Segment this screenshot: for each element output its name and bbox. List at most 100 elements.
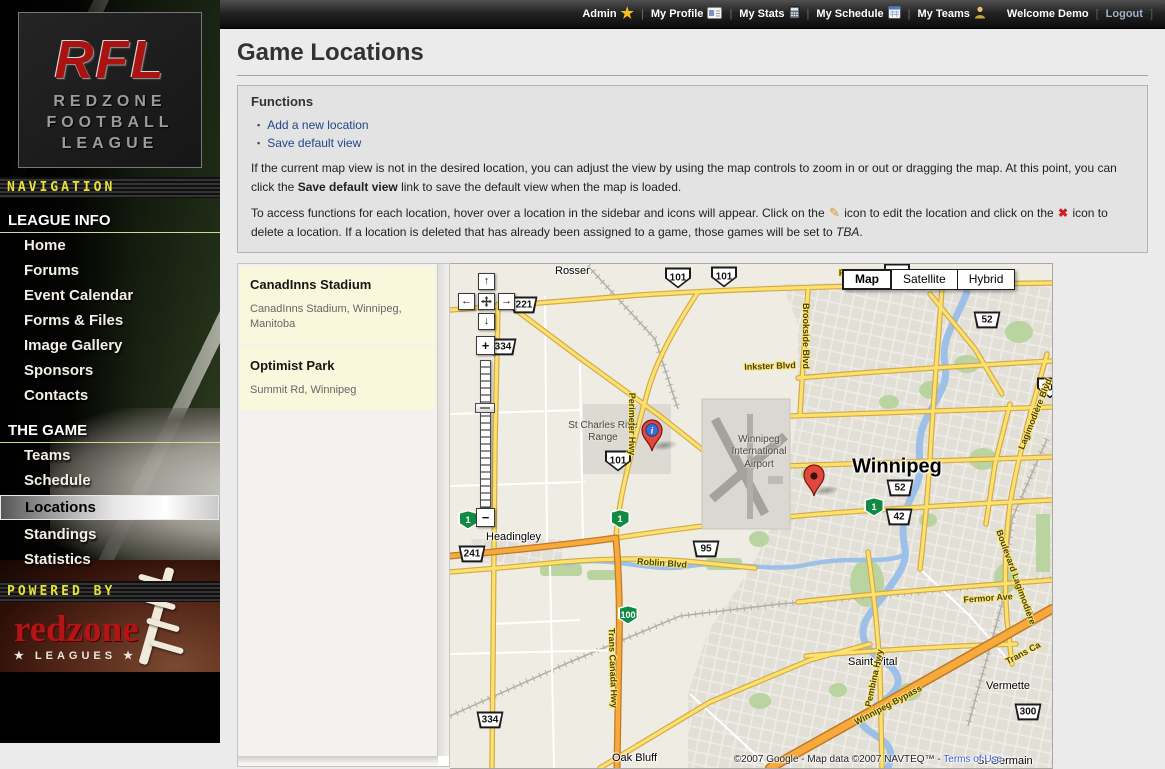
pan-up-button[interactable]: ↑ (478, 273, 495, 290)
map-pin-marker[interactable] (800, 463, 828, 497)
topbar-my-profile-link[interactable]: My Profile (651, 7, 723, 22)
logo-word: LEAGUE (19, 133, 201, 154)
instructions-paragraph-1: If the current map view is not in the de… (251, 159, 1134, 196)
location-name: CanadInns Stadium (250, 277, 427, 292)
map-type-hybrid-button[interactable]: Hybrid (957, 269, 1016, 290)
location-address: Summit Rd, Winnipeg (250, 383, 427, 398)
vertical-scrollbar[interactable] (437, 264, 449, 756)
sidebar-item-contacts[interactable]: Contacts (0, 383, 220, 408)
topbar-admin-link[interactable]: Admin ★ (582, 8, 634, 20)
sidebar-item-image-gallery[interactable]: Image Gallery (0, 333, 220, 358)
functions-title: Functions (251, 94, 1134, 109)
route-shield-101: 101 (711, 266, 737, 287)
terms-of-use-link[interactable]: Terms of Use (943, 754, 1002, 765)
id-card-icon (707, 7, 722, 22)
calendar-icon (888, 6, 901, 22)
sidebar-item-event-calendar[interactable]: Event Calendar (0, 283, 220, 308)
route-shield-42: 42 (886, 508, 913, 525)
navigation-band: NAVIGATION (0, 177, 220, 198)
trans-canada-shield-1: 1 (864, 497, 884, 517)
my-profile-label: My Profile (651, 8, 704, 20)
zoom-slider-track[interactable] (480, 360, 491, 508)
map-canvas[interactable] (450, 264, 1052, 768)
my-schedule-label: My Schedule (816, 8, 883, 20)
list-item: ▪ Add a new location (251, 116, 1134, 134)
location-card-optimist[interactable]: Optimist Park Summit Rd, Winnipeg (240, 347, 435, 411)
sidebar-footer-background (0, 672, 220, 743)
pan-center-button[interactable] (478, 293, 495, 310)
pan-left-button[interactable]: ← (458, 293, 475, 310)
zoom-out-button[interactable]: − (476, 508, 495, 527)
powered-by-band: POWERED BY (0, 581, 220, 602)
location-card-canadinns[interactable]: CanadInns Stadium CanadInns Stadium, Win… (240, 266, 435, 345)
pan-down-button[interactable]: ↓ (478, 313, 495, 330)
route-shield-52: 52 (974, 311, 1001, 328)
my-teams-label: My Teams (918, 8, 970, 20)
pan-right-button[interactable]: → (498, 293, 515, 310)
league-logo[interactable]: RFL REDZONE FOOTBALL LEAGUE (18, 12, 202, 168)
separator: | (641, 8, 644, 20)
route-shield-52: 52 (887, 479, 914, 496)
sidebar-item-locations[interactable]: Locations (0, 495, 219, 520)
topbar-my-teams-link[interactable]: My Teams (918, 6, 986, 22)
text: link to save the default view when the m… (398, 180, 682, 194)
bullet-icon: ▪ (257, 120, 260, 130)
list-item: ▪ Save default view (251, 134, 1134, 152)
save-default-view-link[interactable]: Save default view (267, 136, 361, 150)
route-shield-100: 100 (618, 605, 638, 625)
functions-box: Functions ▪ Add a new location ▪ Save de… (237, 85, 1148, 253)
sidebar-item-forms-files[interactable]: Forms & Files (0, 308, 220, 333)
sidebar-item-standings[interactable]: Standings (0, 522, 220, 547)
route-shield-95: 95 (693, 540, 720, 557)
four-way-arrow-icon (481, 296, 492, 307)
admin-label: Admin (582, 8, 616, 20)
sidebar-item-statistics[interactable]: Statistics (0, 547, 220, 572)
route-shield-101: 101 (665, 267, 691, 288)
zoom-in-button[interactable]: + (476, 336, 495, 355)
topbar-my-schedule-link[interactable]: My Schedule (816, 6, 900, 22)
sidebar-item-forums[interactable]: Forums (0, 258, 220, 283)
sidebar-item-schedule[interactable]: Schedule (0, 468, 220, 493)
copyright-text: ©2007 Google - Map data ©2007 NAVTEQ™ - (734, 754, 941, 765)
logo-acronym: RFL (19, 29, 201, 91)
bracket: [ (1096, 8, 1099, 20)
route-shield-300: 300 (1015, 703, 1042, 720)
leagues-logo-text: ★ LEAGUES ★ (14, 649, 220, 662)
map-copyright: ©2007 Google - Map data ©2007 NAVTEQ™ - … (734, 754, 1002, 765)
my-stats-label: My Stats (739, 8, 784, 20)
logo-word: FOOTBALL (19, 112, 201, 133)
star-icon: ★ (621, 9, 634, 19)
separator: | (908, 8, 911, 20)
italic-text: TBA (836, 225, 859, 239)
logout-link[interactable]: Logout (1106, 8, 1143, 20)
route-shield-241: 241 (459, 545, 486, 562)
topbar-my-stats-link[interactable]: My Stats (739, 6, 799, 22)
text: icon to edit the location and click on t… (841, 206, 1057, 220)
sidebar: RFL REDZONE FOOTBALL LEAGUE NAVIGATION L… (0, 0, 220, 743)
locations-list-panel: CanadInns Stadium CanadInns Stadium, Win… (237, 263, 450, 767)
section-title-the-game: THE GAME (0, 416, 220, 443)
trans-canada-shield-1: 1 (610, 509, 630, 529)
sidebar-item-sponsors[interactable]: Sponsors (0, 358, 220, 383)
map-pin-info-marker[interactable]: i (638, 418, 666, 452)
instructions-paragraph-2: To access functions for each location, h… (251, 203, 1134, 242)
scrollbar-corner (438, 756, 449, 766)
add-location-link[interactable]: Add a new location (267, 118, 368, 132)
bracket: ] (1150, 8, 1153, 20)
bold-text: Save default view (298, 180, 398, 194)
route-shield-334: 334 (477, 711, 504, 728)
separator: | (729, 8, 732, 20)
redzone-leagues-logo[interactable]: redzone ★ LEAGUES ★ (0, 602, 220, 662)
map-type-map-button[interactable]: Map (842, 269, 892, 290)
horizontal-scrollbar[interactable] (238, 756, 438, 766)
sidebar-item-teams[interactable]: Teams (0, 443, 220, 468)
main-content: Game Locations Functions ▪ Add a new loc… (220, 29, 1165, 767)
map-type-satellite-button[interactable]: Satellite (891, 269, 958, 290)
location-address: CanadInns Stadium, Winnipeg, Manitoba (250, 302, 427, 332)
trans-canada-shield-1: 1 (458, 510, 478, 530)
sidebar-item-home[interactable]: Home (0, 233, 220, 258)
zoom-slider-handle[interactable] (475, 403, 495, 413)
page: RFL REDZONE FOOTBALL LEAGUE NAVIGATION L… (0, 0, 1165, 743)
calculator-icon (789, 6, 800, 22)
panels-row: CanadInns Stadium CanadInns Stadium, Win… (237, 263, 1148, 767)
